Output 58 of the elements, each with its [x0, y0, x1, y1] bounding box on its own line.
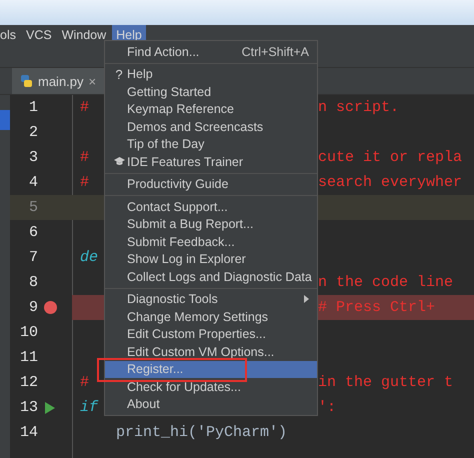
line-number: 13	[18, 399, 38, 416]
code-text: in the gutter t	[318, 374, 454, 391]
line-number: 6	[28, 224, 38, 241]
line-number: 9	[28, 299, 38, 316]
code-text: # Press Ctrl+	[318, 299, 436, 316]
code-text: #	[80, 149, 90, 166]
line-number: 11	[18, 349, 38, 366]
line-number: 7	[28, 249, 38, 266]
menu-item[interactable]: Getting Started	[105, 83, 317, 100]
menu-item[interactable]: Edit Custom Properties...	[105, 326, 317, 343]
code-text: search everywher	[318, 174, 462, 191]
line-number: 8	[28, 274, 38, 291]
code-text: de	[80, 249, 98, 266]
code-text: #	[80, 374, 90, 391]
menu-item[interactable]: Contact Support...	[105, 198, 317, 216]
menu-item[interactable]: Submit a Bug Report...	[105, 216, 317, 233]
line-number: 10	[18, 324, 38, 341]
menu-item[interactable]: Change Memory Settings	[105, 308, 317, 326]
menu-item[interactable]: Submit Feedback...	[105, 233, 317, 250]
menu-item[interactable]: Show Log in Explorer	[105, 250, 317, 268]
menu-item[interactable]: ? Help	[105, 66, 317, 83]
menu-title[interactable]: VCS	[22, 25, 56, 45]
line-number: 12	[18, 374, 38, 391]
code-text: n the code line	[318, 274, 454, 291]
menu-item[interactable]: Productivity Guide	[105, 176, 317, 193]
code-text: #	[80, 99, 90, 116]
code-text: cute it or repla	[318, 149, 462, 166]
help-icon: ?	[115, 66, 123, 82]
side-selection	[0, 110, 10, 130]
line-number: 4	[28, 174, 38, 191]
breakpoint-icon[interactable]	[44, 301, 56, 314]
code-text: n script.	[318, 99, 400, 116]
line-number: 5	[28, 199, 38, 216]
menu-item[interactable]: Diagnostic Tools	[105, 290, 317, 308]
line-number: 1	[28, 99, 38, 116]
code-text: if	[80, 399, 98, 416]
menu-item[interactable]: Find Action... Ctrl+Shift+A	[105, 43, 317, 60]
menu-title[interactable]: Window	[58, 25, 110, 45]
file-tab[interactable]: main.py ×	[12, 68, 104, 94]
code-text: print_hi('PyCharm')	[115, 424, 288, 441]
menu-item[interactable]: Check for Updates...	[105, 378, 317, 396]
menu-item[interactable]: Tip of the Day	[105, 136, 317, 153]
shortcut-text: Ctrl+Shift+A	[242, 44, 309, 59]
line-number: 2	[28, 124, 38, 141]
menu-item[interactable]: Collect Logs and Diagnostic Data	[105, 268, 317, 286]
menu-title[interactable]: ols	[0, 25, 20, 45]
menu-item[interactable]: Edit Custom VM Options...	[105, 343, 317, 360]
python-file-icon	[20, 74, 33, 88]
code-text: #	[80, 174, 90, 191]
menu-item[interactable]: IDE Features Trainer	[105, 153, 317, 170]
line-number: 3	[28, 149, 38, 166]
menu-item[interactable]: Demos and Screencasts	[105, 118, 317, 136]
tab-label: main.py	[38, 74, 84, 88]
code-text: ':	[318, 399, 336, 416]
menu-item[interactable]: Keymap Reference	[105, 100, 317, 118]
line-number: 14	[18, 424, 38, 441]
run-icon[interactable]	[45, 402, 55, 414]
menu-item[interactable]: About	[105, 396, 317, 413]
